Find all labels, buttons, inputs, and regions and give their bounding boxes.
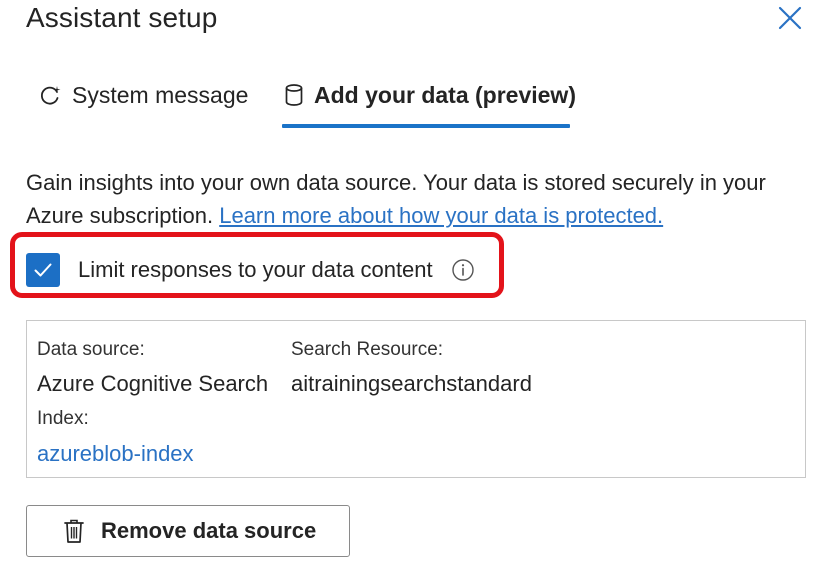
tab-add-your-data-label: Add your data (preview) (314, 81, 576, 108)
selected-tab-indicator (282, 124, 570, 128)
close-button[interactable] (776, 4, 804, 32)
tab-system-message-label: System message (72, 81, 249, 108)
sparkle-refresh-icon (38, 83, 62, 107)
search-resource-value: aitrainingsearchstandard (291, 371, 532, 396)
database-icon (284, 83, 304, 107)
limit-responses-row: Limit responses to your data content (26, 252, 475, 288)
limit-responses-label: Limit responses to your data content (78, 257, 433, 282)
close-icon (778, 6, 802, 30)
description: Gain insights into your own data source.… (26, 166, 816, 232)
tab-bar: System message Add your data (preview) (26, 64, 806, 130)
data-source-value: Azure Cognitive Search (37, 371, 269, 396)
index-label: Index: (37, 408, 89, 429)
remove-data-source-label: Remove data source (101, 518, 317, 543)
remove-data-source-button[interactable]: Remove data source (26, 505, 350, 557)
info-icon (451, 259, 474, 281)
learn-more-link[interactable]: Learn more about how your data is protec… (219, 203, 663, 228)
search-resource-label: Search Resource: (291, 339, 444, 360)
checkmark-icon (34, 263, 52, 277)
info-button[interactable] (451, 258, 475, 282)
tab-add-your-data[interactable]: Add your data (preview) (284, 64, 576, 126)
panel-title: Assistant setup (26, 2, 218, 33)
data-source-card: Data source: Azure Cognitive Search Sear… (26, 320, 806, 478)
limit-responses-checkbox[interactable] (26, 253, 60, 287)
tab-system-message[interactable]: System message (38, 64, 248, 126)
index-link[interactable]: azureblob-index (37, 441, 194, 467)
data-source-label: Data source: (37, 339, 145, 360)
trash-icon (64, 519, 84, 543)
